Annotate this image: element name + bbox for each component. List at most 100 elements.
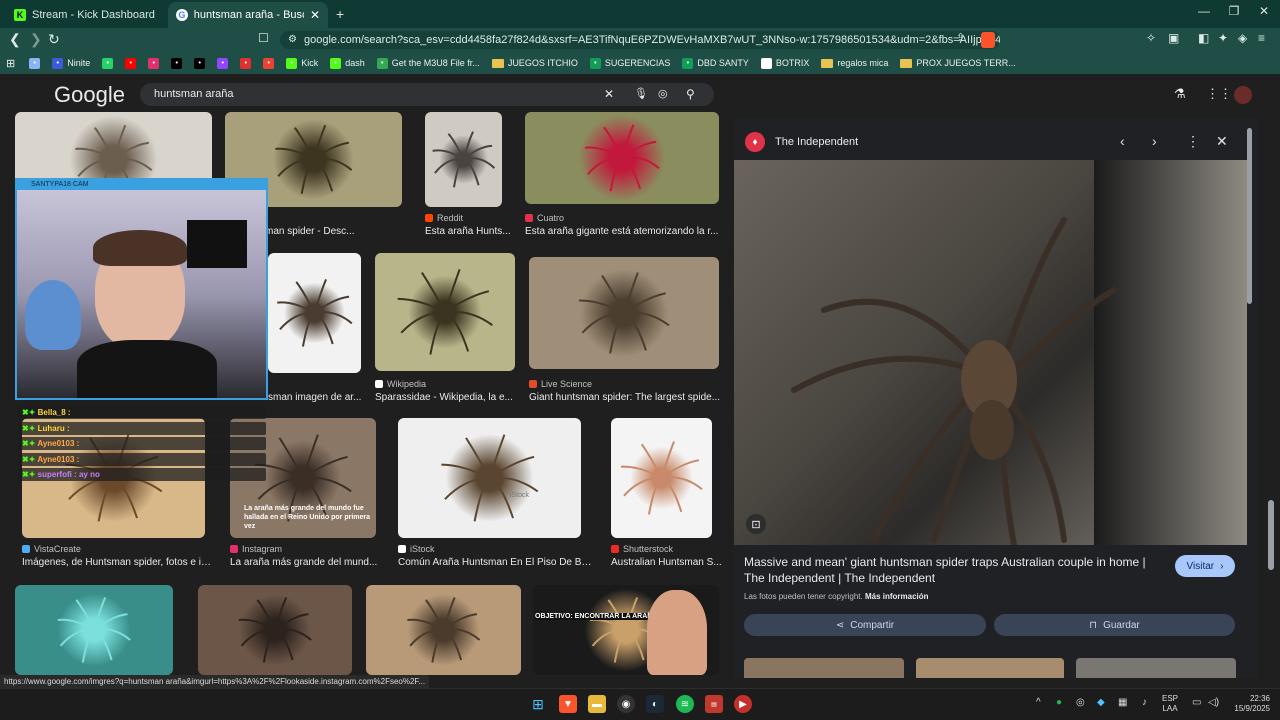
- back-icon[interactable]: ❮: [9, 31, 21, 48]
- display-icon[interactable]: ▭: [1192, 697, 1201, 708]
- bookmark-whatsapp[interactable]: •: [98, 57, 117, 69]
- minimize-button[interactable]: —: [1188, 4, 1220, 18]
- bookmark-tiktok[interactable]: •: [167, 57, 186, 69]
- forward-icon[interactable]: ❯: [30, 31, 42, 48]
- restore-button[interactable]: ❐: [1218, 4, 1250, 18]
- language-indicator[interactable]: ESP LAA: [1162, 694, 1178, 714]
- bookmark-bolt[interactable]: •: [236, 57, 255, 69]
- result-source[interactable]: iStock: [398, 544, 435, 554]
- site-info-icon[interactable]: ⚙: [288, 31, 297, 49]
- share-button[interactable]: ⋖ Compartir: [744, 614, 986, 636]
- bookmark-twitch[interactable]: •: [213, 57, 232, 69]
- result-thumbnail[interactable]: [529, 257, 719, 369]
- result-thumbnail[interactable]: [366, 585, 521, 675]
- brave-shield-icon[interactable]: [981, 32, 995, 48]
- related-image[interactable]: [744, 658, 904, 678]
- mic-tray-icon[interactable]: ♪: [1142, 697, 1147, 708]
- related-image[interactable]: [1076, 658, 1236, 678]
- menu-icon[interactable]: ≡: [1258, 31, 1265, 45]
- save-button[interactable]: ⊓ Guardar: [994, 614, 1235, 636]
- labs-icon[interactable]: ⚗: [1174, 86, 1186, 102]
- result-thumbnail[interactable]: [15, 585, 173, 675]
- network-tray-icon[interactable]: ▦: [1118, 697, 1127, 708]
- bookmark-instagram[interactable]: •: [144, 57, 163, 69]
- sidebar-icon[interactable]: ◧: [1198, 31, 1209, 45]
- bookmark-get-the-m3u8-file-fr-[interactable]: • Get the M3U8 File fr...: [373, 57, 484, 69]
- chevron-up-icon[interactable]: ^: [1036, 697, 1041, 708]
- result-caption[interactable]: Común Araña Huntsman En El Piso De Bal..…: [398, 557, 593, 568]
- volume-icon[interactable]: ◁): [1208, 697, 1219, 708]
- obs-icon[interactable]: ◉: [617, 695, 635, 713]
- bookmark-settings[interactable]: •: [25, 57, 44, 69]
- search-input[interactable]: huntsman araña ✕ 🎙 ◎ ⚲: [140, 83, 714, 106]
- result-source[interactable]: VistaCreate: [22, 544, 81, 554]
- share-icon[interactable]: ⇪: [956, 31, 965, 44]
- related-image[interactable]: [916, 658, 1064, 678]
- bookmark-sugerencias[interactable]: • SUGERENCIAS: [586, 57, 675, 69]
- bookmark-icon[interactable]: ☐: [258, 31, 269, 45]
- bookmark-x[interactable]: •: [190, 57, 209, 69]
- apps-icon[interactable]: ⊞: [6, 57, 15, 70]
- close-tab-icon[interactable]: ✕: [310, 8, 320, 22]
- result-source[interactable]: Shutterstock: [611, 544, 673, 554]
- bookmark-juegos-itchio[interactable]: JUEGOS ITCHIO: [488, 58, 582, 68]
- result-thumbnail[interactable]: [425, 112, 502, 207]
- spotify-icon[interactable]: ≋: [676, 695, 694, 713]
- mic-icon[interactable]: 🎙: [634, 83, 648, 106]
- tray-icon[interactable]: ◎: [1076, 697, 1085, 708]
- result-caption[interactable]: Imágenes, de Huntsman spider, fotos e im…: [22, 557, 217, 568]
- bookmark-dash[interactable]: • dash: [326, 57, 369, 69]
- bookmark-ninite[interactable]: • Ninite: [48, 57, 94, 69]
- steam-icon[interactable]: ◐: [646, 695, 664, 713]
- result-source[interactable]: Reddit: [425, 213, 463, 223]
- result-thumbnail[interactable]: [525, 112, 719, 204]
- wallet-icon[interactable]: ▣: [1168, 31, 1179, 45]
- panel-title[interactable]: Massive and mean' giant huntsman spider …: [744, 554, 1164, 586]
- apps-grid-icon[interactable]: ⋮⋮: [1206, 86, 1232, 102]
- clock[interactable]: 22:36 15/9/2025: [1228, 694, 1270, 714]
- more-info-link[interactable]: Más información: [865, 592, 929, 601]
- tab-kick-dashboard[interactable]: K Stream - Kick Dashboard: [6, 2, 166, 28]
- result-source[interactable]: Wikipedia: [375, 379, 426, 389]
- previous-icon[interactable]: ‹: [1120, 133, 1125, 149]
- panel-source[interactable]: The Independent: [775, 136, 858, 148]
- panel-scrollbar[interactable]: [1247, 128, 1252, 304]
- result-source[interactable]: Live Science: [529, 379, 592, 389]
- clear-icon[interactable]: ✕: [604, 83, 614, 106]
- result-source[interactable]: Cuatro: [525, 213, 564, 223]
- bookmark-dbd-santy[interactable]: • DBD SANTY: [678, 57, 753, 69]
- leo-icon[interactable]: ✦: [1218, 31, 1228, 45]
- reload-icon[interactable]: ↻: [48, 31, 60, 48]
- result-thumbnail[interactable]: [611, 418, 712, 538]
- extensions-icon[interactable]: ✧: [1146, 31, 1156, 45]
- result-caption[interactable]: Esta araña gigante está atemorizando la …: [525, 226, 731, 237]
- app-icon[interactable]: ▤: [705, 695, 723, 713]
- more-options-icon[interactable]: ⋮: [1186, 133, 1200, 150]
- media-player-icon[interactable]: ▶: [734, 695, 752, 713]
- result-caption[interactable]: Esta araña Hunts...: [425, 226, 514, 237]
- result-caption[interactable]: Sparassidae - Wikipedia, la e...: [375, 392, 527, 403]
- result-thumbnail[interactable]: iStock: [398, 418, 581, 538]
- preview-image[interactable]: ⊡: [734, 160, 1247, 545]
- result-caption[interactable]: sman imagen de ar...: [268, 392, 373, 403]
- result-caption[interactable]: Australian Huntsman S...: [611, 557, 724, 568]
- next-icon[interactable]: ›: [1152, 133, 1157, 149]
- windows-start-icon[interactable]: ⊞: [529, 695, 547, 713]
- visit-button[interactable]: Visitar ›: [1175, 555, 1235, 577]
- google-logo[interactable]: Google: [54, 82, 125, 108]
- brave-icon[interactable]: ▼: [559, 695, 577, 713]
- result-source[interactable]: Instagram: [230, 544, 282, 554]
- lens-search-icon[interactable]: ⊡: [746, 514, 766, 534]
- spotify-tray-icon[interactable]: ●: [1056, 697, 1062, 708]
- bookmark-youtube[interactable]: •: [121, 57, 140, 69]
- bookmark-botrix[interactable]: • BOTRIX: [757, 57, 814, 69]
- result-thumbnail[interactable]: OBJETIVO: ENCONTRAR LA ARAÑA: [533, 585, 719, 675]
- avatar[interactable]: [1234, 86, 1252, 104]
- bookmark-regalos-mica[interactable]: regalos mica: [817, 58, 892, 68]
- file-explorer-icon[interactable]: ▬: [588, 695, 606, 713]
- new-tab-button[interactable]: +: [336, 6, 344, 22]
- result-thumbnail[interactable]: [198, 585, 352, 675]
- tab-google-search[interactable]: G huntsman araña - Buscar con Go ✕: [168, 2, 328, 28]
- close-panel-icon[interactable]: ✕: [1216, 133, 1228, 150]
- result-caption[interactable]: La araña más grande del mund...: [230, 557, 388, 568]
